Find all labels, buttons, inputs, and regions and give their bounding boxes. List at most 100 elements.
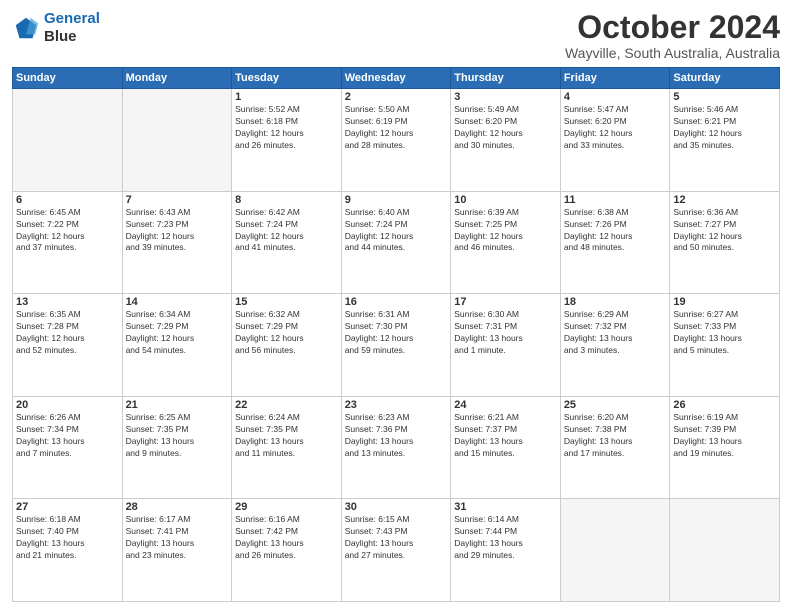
- calendar-table: SundayMondayTuesdayWednesdayThursdayFrid…: [12, 67, 780, 602]
- day-info: Sunrise: 6:14 AM Sunset: 7:44 PM Dayligh…: [454, 514, 557, 562]
- calendar-cell: [670, 499, 780, 602]
- calendar-cell: 27Sunrise: 6:18 AM Sunset: 7:40 PM Dayli…: [13, 499, 123, 602]
- calendar-cell: [560, 499, 670, 602]
- logo-line2: Blue: [44, 28, 100, 46]
- calendar-cell: 20Sunrise: 6:26 AM Sunset: 7:34 PM Dayli…: [13, 396, 123, 499]
- day-info: Sunrise: 6:29 AM Sunset: 7:32 PM Dayligh…: [564, 309, 667, 357]
- weekday-header: Wednesday: [341, 68, 451, 89]
- calendar-cell: 24Sunrise: 6:21 AM Sunset: 7:37 PM Dayli…: [451, 396, 561, 499]
- calendar-cell: 18Sunrise: 6:29 AM Sunset: 7:32 PM Dayli…: [560, 294, 670, 397]
- day-info: Sunrise: 6:30 AM Sunset: 7:31 PM Dayligh…: [454, 309, 557, 357]
- calendar-cell: 4Sunrise: 5:47 AM Sunset: 6:20 PM Daylig…: [560, 89, 670, 192]
- calendar-cell: 1Sunrise: 5:52 AM Sunset: 6:18 PM Daylig…: [232, 89, 342, 192]
- day-info: Sunrise: 6:42 AM Sunset: 7:24 PM Dayligh…: [235, 207, 338, 255]
- day-number: 7: [126, 194, 229, 206]
- day-info: Sunrise: 6:43 AM Sunset: 7:23 PM Dayligh…: [126, 207, 229, 255]
- calendar-cell: 17Sunrise: 6:30 AM Sunset: 7:31 PM Dayli…: [451, 294, 561, 397]
- day-number: 15: [235, 296, 338, 308]
- calendar-cell: [122, 89, 232, 192]
- day-number: 25: [564, 399, 667, 411]
- calendar-week-row: 13Sunrise: 6:35 AM Sunset: 7:28 PM Dayli…: [13, 294, 780, 397]
- day-info: Sunrise: 6:34 AM Sunset: 7:29 PM Dayligh…: [126, 309, 229, 357]
- subtitle: Wayville, South Australia, Australia: [565, 45, 780, 61]
- day-number: 9: [345, 194, 448, 206]
- calendar-cell: 30Sunrise: 6:15 AM Sunset: 7:43 PM Dayli…: [341, 499, 451, 602]
- day-number: 5: [673, 91, 776, 103]
- weekday-header: Saturday: [670, 68, 780, 89]
- day-info: Sunrise: 6:24 AM Sunset: 7:35 PM Dayligh…: [235, 412, 338, 460]
- calendar-cell: 12Sunrise: 6:36 AM Sunset: 7:27 PM Dayli…: [670, 191, 780, 294]
- day-info: Sunrise: 6:45 AM Sunset: 7:22 PM Dayligh…: [16, 207, 119, 255]
- calendar-cell: 29Sunrise: 6:16 AM Sunset: 7:42 PM Dayli…: [232, 499, 342, 602]
- day-number: 13: [16, 296, 119, 308]
- day-info: Sunrise: 6:16 AM Sunset: 7:42 PM Dayligh…: [235, 514, 338, 562]
- day-info: Sunrise: 5:52 AM Sunset: 6:18 PM Dayligh…: [235, 104, 338, 152]
- calendar-cell: 8Sunrise: 6:42 AM Sunset: 7:24 PM Daylig…: [232, 191, 342, 294]
- day-info: Sunrise: 5:50 AM Sunset: 6:19 PM Dayligh…: [345, 104, 448, 152]
- logo-text: General Blue: [44, 10, 100, 46]
- calendar-cell: 11Sunrise: 6:38 AM Sunset: 7:26 PM Dayli…: [560, 191, 670, 294]
- header-row: SundayMondayTuesdayWednesdayThursdayFrid…: [13, 68, 780, 89]
- calendar-week-row: 27Sunrise: 6:18 AM Sunset: 7:40 PM Dayli…: [13, 499, 780, 602]
- weekday-header: Thursday: [451, 68, 561, 89]
- day-info: Sunrise: 6:36 AM Sunset: 7:27 PM Dayligh…: [673, 207, 776, 255]
- calendar-cell: 25Sunrise: 6:20 AM Sunset: 7:38 PM Dayli…: [560, 396, 670, 499]
- day-number: 10: [454, 194, 557, 206]
- calendar-cell: 23Sunrise: 6:23 AM Sunset: 7:36 PM Dayli…: [341, 396, 451, 499]
- logo: General Blue: [12, 10, 100, 46]
- calendar-cell: 28Sunrise: 6:17 AM Sunset: 7:41 PM Dayli…: [122, 499, 232, 602]
- day-number: 14: [126, 296, 229, 308]
- day-number: 3: [454, 91, 557, 103]
- calendar-cell: 6Sunrise: 6:45 AM Sunset: 7:22 PM Daylig…: [13, 191, 123, 294]
- title-block: October 2024 Wayville, South Australia, …: [565, 10, 780, 61]
- day-number: 11: [564, 194, 667, 206]
- calendar-cell: 22Sunrise: 6:24 AM Sunset: 7:35 PM Dayli…: [232, 396, 342, 499]
- weekday-header: Sunday: [13, 68, 123, 89]
- day-info: Sunrise: 6:39 AM Sunset: 7:25 PM Dayligh…: [454, 207, 557, 255]
- day-info: Sunrise: 6:19 AM Sunset: 7:39 PM Dayligh…: [673, 412, 776, 460]
- calendar-cell: 13Sunrise: 6:35 AM Sunset: 7:28 PM Dayli…: [13, 294, 123, 397]
- day-number: 16: [345, 296, 448, 308]
- calendar-cell: 26Sunrise: 6:19 AM Sunset: 7:39 PM Dayli…: [670, 396, 780, 499]
- day-info: Sunrise: 6:26 AM Sunset: 7:34 PM Dayligh…: [16, 412, 119, 460]
- day-number: 26: [673, 399, 776, 411]
- day-info: Sunrise: 6:15 AM Sunset: 7:43 PM Dayligh…: [345, 514, 448, 562]
- day-info: Sunrise: 6:23 AM Sunset: 7:36 PM Dayligh…: [345, 412, 448, 460]
- day-number: 20: [16, 399, 119, 411]
- day-number: 1: [235, 91, 338, 103]
- calendar-cell: 7Sunrise: 6:43 AM Sunset: 7:23 PM Daylig…: [122, 191, 232, 294]
- logo-line1: General: [44, 10, 100, 27]
- day-info: Sunrise: 6:31 AM Sunset: 7:30 PM Dayligh…: [345, 309, 448, 357]
- logo-icon: [12, 14, 40, 42]
- day-info: Sunrise: 5:49 AM Sunset: 6:20 PM Dayligh…: [454, 104, 557, 152]
- day-number: 19: [673, 296, 776, 308]
- day-info: Sunrise: 6:32 AM Sunset: 7:29 PM Dayligh…: [235, 309, 338, 357]
- day-number: 24: [454, 399, 557, 411]
- calendar-cell: 10Sunrise: 6:39 AM Sunset: 7:25 PM Dayli…: [451, 191, 561, 294]
- day-number: 18: [564, 296, 667, 308]
- day-number: 4: [564, 91, 667, 103]
- day-number: 21: [126, 399, 229, 411]
- calendar-cell: 5Sunrise: 5:46 AM Sunset: 6:21 PM Daylig…: [670, 89, 780, 192]
- day-info: Sunrise: 6:27 AM Sunset: 7:33 PM Dayligh…: [673, 309, 776, 357]
- calendar-cell: 2Sunrise: 5:50 AM Sunset: 6:19 PM Daylig…: [341, 89, 451, 192]
- day-info: Sunrise: 6:17 AM Sunset: 7:41 PM Dayligh…: [126, 514, 229, 562]
- day-info: Sunrise: 5:46 AM Sunset: 6:21 PM Dayligh…: [673, 104, 776, 152]
- day-number: 28: [126, 501, 229, 513]
- day-number: 17: [454, 296, 557, 308]
- day-number: 12: [673, 194, 776, 206]
- weekday-header: Monday: [122, 68, 232, 89]
- calendar-cell: 16Sunrise: 6:31 AM Sunset: 7:30 PM Dayli…: [341, 294, 451, 397]
- day-info: Sunrise: 6:21 AM Sunset: 7:37 PM Dayligh…: [454, 412, 557, 460]
- header: General Blue October 2024 Wayville, Sout…: [12, 10, 780, 61]
- main-title: October 2024: [565, 10, 780, 45]
- day-number: 31: [454, 501, 557, 513]
- calendar-cell: 3Sunrise: 5:49 AM Sunset: 6:20 PM Daylig…: [451, 89, 561, 192]
- calendar-week-row: 20Sunrise: 6:26 AM Sunset: 7:34 PM Dayli…: [13, 396, 780, 499]
- calendar-week-row: 1Sunrise: 5:52 AM Sunset: 6:18 PM Daylig…: [13, 89, 780, 192]
- calendar-cell: 19Sunrise: 6:27 AM Sunset: 7:33 PM Dayli…: [670, 294, 780, 397]
- calendar-cell: [13, 89, 123, 192]
- calendar-cell: 15Sunrise: 6:32 AM Sunset: 7:29 PM Dayli…: [232, 294, 342, 397]
- weekday-header: Friday: [560, 68, 670, 89]
- day-number: 8: [235, 194, 338, 206]
